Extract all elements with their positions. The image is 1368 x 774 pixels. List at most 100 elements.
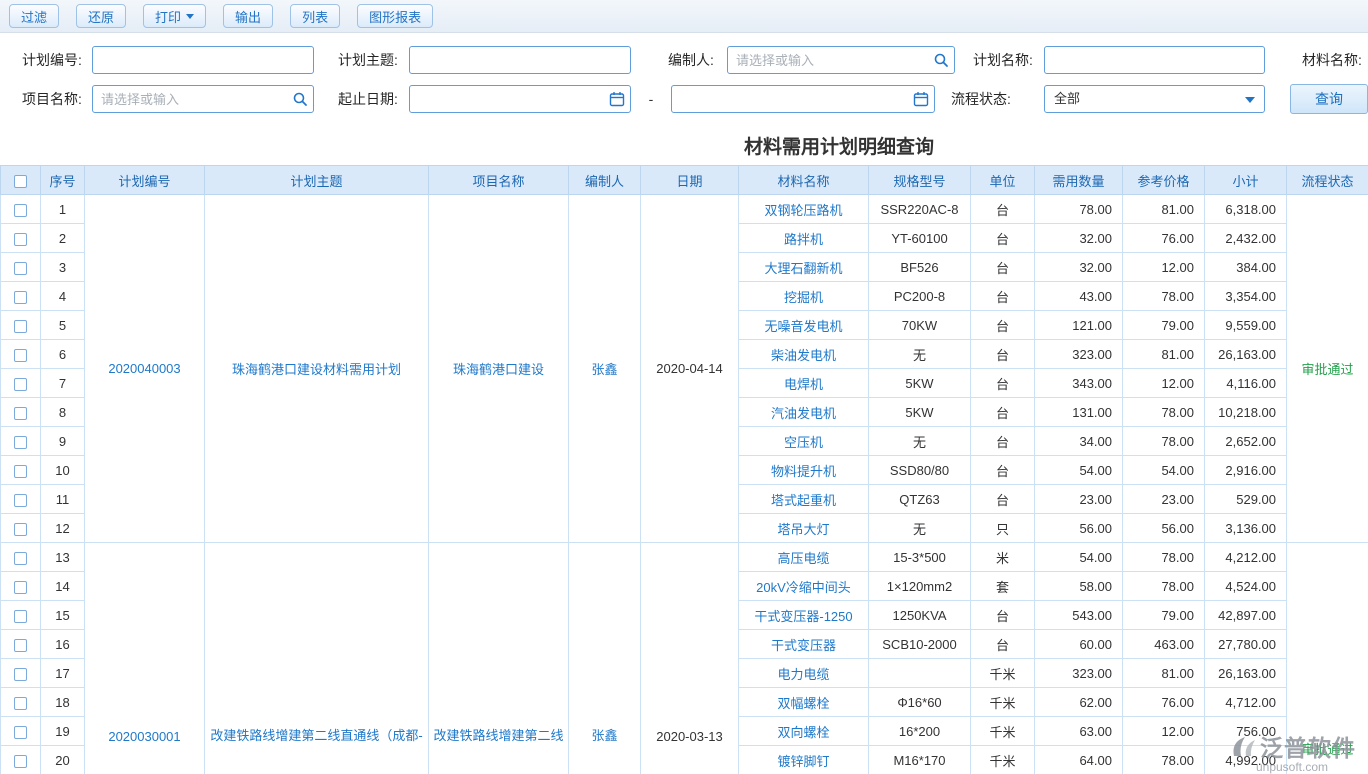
flow-status-select[interactable]: 全部 xyxy=(1044,85,1265,113)
chart-report-button[interactable]: 图形报表 xyxy=(357,4,433,28)
material-name-link[interactable]: 高压电缆 xyxy=(739,543,869,572)
row-select-cell xyxy=(1,659,41,688)
subtotal: 26,163.00 xyxy=(1205,659,1287,688)
material-name-link[interactable]: 柴油发电机 xyxy=(739,340,869,369)
row-select-cell xyxy=(1,514,41,543)
table-header-row: 序号 计划编号 计划主题 项目名称 编制人 日期 材料名称 规格型号 单位 需用… xyxy=(1,166,1368,195)
unit: 套 xyxy=(971,572,1035,601)
spec-model: 无 xyxy=(869,427,971,456)
spec-model: 5KW xyxy=(869,369,971,398)
row-checkbox[interactable] xyxy=(14,494,27,507)
export-button[interactable]: 输出 xyxy=(223,4,273,28)
material-name-link[interactable]: 双向螺栓 xyxy=(739,717,869,746)
material-name-link[interactable]: 无噪音发电机 xyxy=(739,311,869,340)
compiler-link[interactable]: 张鑫 xyxy=(569,543,641,774)
row-checkbox[interactable] xyxy=(14,233,27,246)
col-plan-subject: 计划主题 xyxy=(205,166,429,195)
material-name-link[interactable]: 双钢轮压路机 xyxy=(739,195,869,224)
row-checkbox[interactable] xyxy=(14,552,27,565)
filter-button[interactable]: 过滤 xyxy=(9,4,59,28)
unit: 台 xyxy=(971,398,1035,427)
row-checkbox[interactable] xyxy=(14,755,27,768)
row-checkbox[interactable] xyxy=(14,523,27,536)
plan-subject-link[interactable]: 改建铁路线增建第二线直通线（成都- xyxy=(205,543,429,774)
project-name-link[interactable]: 改建铁路线增建第二线 xyxy=(429,543,569,774)
compiler-input[interactable] xyxy=(727,46,955,74)
row-checkbox[interactable] xyxy=(14,668,27,681)
material-name-link[interactable]: 干式变压器-1250 xyxy=(739,601,869,630)
row-checkbox[interactable] xyxy=(14,610,27,623)
print-button[interactable]: 打印 xyxy=(143,4,206,28)
plan-name-input[interactable] xyxy=(1044,46,1265,74)
row-checkbox[interactable] xyxy=(14,407,27,420)
query-button[interactable]: 查询 xyxy=(1290,84,1368,114)
plan-subject-input[interactable] xyxy=(409,46,631,74)
material-name-link[interactable]: 汽油发电机 xyxy=(739,398,869,427)
required-qty: 543.00 xyxy=(1035,601,1123,630)
row-checkbox[interactable] xyxy=(14,262,27,275)
material-name-link[interactable]: 物料提升机 xyxy=(739,456,869,485)
search-icon[interactable] xyxy=(292,91,308,107)
date-end-input[interactable] xyxy=(671,85,935,113)
row-checkbox[interactable] xyxy=(14,436,27,449)
material-name-link[interactable]: 20kV冷缩中间头 xyxy=(739,572,869,601)
col-reference-price: 参考价格 xyxy=(1123,166,1205,195)
material-name-link[interactable]: 电力电缆 xyxy=(739,659,869,688)
required-qty: 34.00 xyxy=(1035,427,1123,456)
material-name-link[interactable]: 双幅螺栓 xyxy=(739,688,869,717)
select-all-checkbox[interactable] xyxy=(14,175,27,188)
col-seq: 序号 xyxy=(41,166,85,195)
plan-no-input[interactable] xyxy=(92,46,314,74)
material-name-link[interactable]: 空压机 xyxy=(739,427,869,456)
material-name-link[interactable]: 路拌机 xyxy=(739,224,869,253)
reference-price: 78.00 xyxy=(1123,282,1205,311)
row-select-cell xyxy=(1,340,41,369)
project-name-input[interactable] xyxy=(92,85,314,113)
row-checkbox[interactable] xyxy=(14,581,27,594)
row-checkbox[interactable] xyxy=(14,204,27,217)
row-number: 13 xyxy=(41,543,85,572)
row-checkbox[interactable] xyxy=(14,726,27,739)
spec-model: 5KW xyxy=(869,398,971,427)
calendar-icon[interactable] xyxy=(913,91,929,107)
search-icon[interactable] xyxy=(933,52,949,68)
row-number: 9 xyxy=(41,427,85,456)
row-checkbox[interactable] xyxy=(14,378,27,391)
material-name-link[interactable]: 电焊机 xyxy=(739,369,869,398)
col-project-name: 项目名称 xyxy=(429,166,569,195)
spec-model xyxy=(869,659,971,688)
required-qty: 62.00 xyxy=(1035,688,1123,717)
row-checkbox[interactable] xyxy=(14,291,27,304)
col-flow-status: 流程状态 xyxy=(1287,166,1368,195)
row-select-cell xyxy=(1,630,41,659)
row-checkbox[interactable] xyxy=(14,697,27,710)
row-checkbox[interactable] xyxy=(14,320,27,333)
spec-model: QTZ63 xyxy=(869,485,971,514)
plan-subject-link[interactable]: 珠海鹤港口建设材料需用计划 xyxy=(205,195,429,543)
row-checkbox[interactable] xyxy=(14,465,27,478)
row-number: 17 xyxy=(41,659,85,688)
material-name-link[interactable]: 挖掘机 xyxy=(739,282,869,311)
project-name-link[interactable]: 珠海鹤港口建设 xyxy=(429,195,569,543)
material-name-link[interactable]: 塔吊大灯 xyxy=(739,514,869,543)
material-name-link[interactable]: 大理石翻新机 xyxy=(739,253,869,282)
list-button[interactable]: 列表 xyxy=(290,4,340,28)
plan-number-link[interactable]: 2020040003 xyxy=(85,195,205,543)
plan-number-link[interactable]: 2020030001 xyxy=(85,543,205,774)
required-qty: 58.00 xyxy=(1035,572,1123,601)
row-checkbox[interactable] xyxy=(14,349,27,362)
material-name-link[interactable]: 镀锌脚钉 xyxy=(739,746,869,774)
calendar-icon[interactable] xyxy=(609,91,625,107)
material-name-link[interactable]: 塔式起重机 xyxy=(739,485,869,514)
restore-button[interactable]: 还原 xyxy=(76,4,126,28)
material-name-link[interactable]: 干式变压器 xyxy=(739,630,869,659)
date-start-input[interactable] xyxy=(409,85,631,113)
col-plan-no: 计划编号 xyxy=(85,166,205,195)
required-qty: 121.00 xyxy=(1035,311,1123,340)
row-checkbox[interactable] xyxy=(14,639,27,652)
required-qty: 56.00 xyxy=(1035,514,1123,543)
spec-model: M16*170 xyxy=(869,746,971,774)
required-qty: 78.00 xyxy=(1035,195,1123,224)
row-select-cell xyxy=(1,543,41,572)
compiler-link[interactable]: 张鑫 xyxy=(569,195,641,543)
